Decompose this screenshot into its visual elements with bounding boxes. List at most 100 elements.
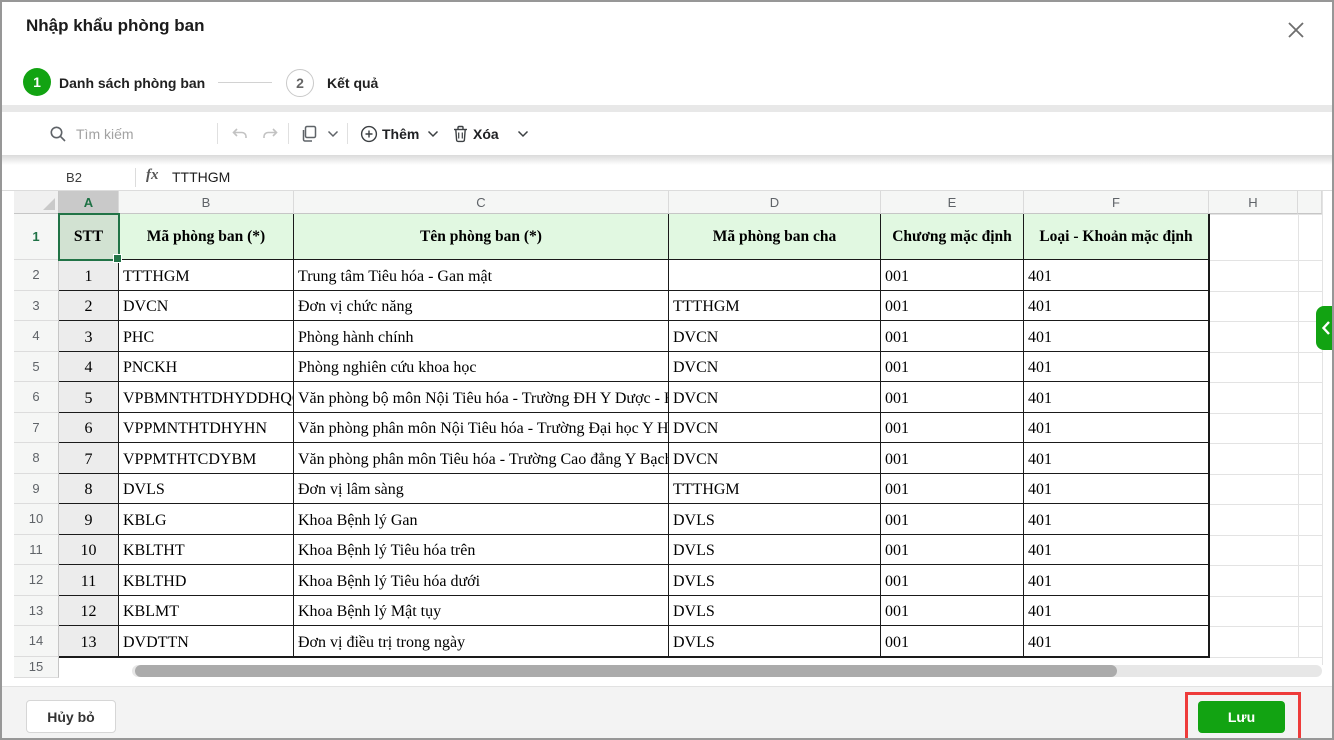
cancel-button[interactable]: Hủy bỏ [26, 700, 116, 733]
cell-A11[interactable]: 10 [59, 535, 119, 566]
column-header-E[interactable]: E [881, 191, 1024, 214]
cell-D8[interactable]: DVCN [669, 443, 881, 474]
cell-C11[interactable]: Khoa Bệnh lý Tiêu hóa trên [294, 535, 669, 566]
cell-C14[interactable]: Đơn vị điều trị trong ngày [294, 626, 669, 657]
cell-F10[interactable]: 401 [1024, 504, 1209, 535]
cell-D2[interactable] [669, 260, 881, 291]
column-header-D[interactable]: D [669, 191, 881, 214]
cell-F14[interactable]: 401 [1024, 626, 1209, 657]
cell-F6[interactable]: 401 [1024, 382, 1209, 413]
cell-B12[interactable]: KBLTHD [119, 565, 294, 596]
cell-A12[interactable]: 11 [59, 565, 119, 596]
cell-D10[interactable]: DVLS [669, 504, 881, 535]
cell-C9[interactable]: Đơn vị lâm sàng [294, 474, 669, 505]
cell-F3[interactable]: 401 [1024, 291, 1209, 322]
cell-E10[interactable]: 001 [881, 504, 1024, 535]
row-header-9[interactable]: 9 [14, 474, 59, 505]
cell-F12[interactable]: 401 [1024, 565, 1209, 596]
cell-B11[interactable]: KBLTHT [119, 535, 294, 566]
select-all-corner[interactable] [14, 191, 59, 214]
row-header-1[interactable]: 1 [14, 214, 59, 260]
cell-A10[interactable]: 9 [59, 504, 119, 535]
cell-C7[interactable]: Văn phòng phân môn Nội Tiêu hóa - Trường… [294, 413, 669, 444]
cell-C2[interactable]: Trung tâm Tiêu hóa - Gan mật [294, 260, 669, 291]
cell-A1[interactable]: STT [59, 214, 119, 260]
cell-C10[interactable]: Khoa Bệnh lý Gan [294, 504, 669, 535]
cell-A3[interactable]: 2 [59, 291, 119, 322]
cell-B7[interactable]: VPPMNTHTDHYHN [119, 413, 294, 444]
cell-C12[interactable]: Khoa Bệnh lý Tiêu hóa dưới [294, 565, 669, 596]
vertical-scrollbar-track[interactable] [1322, 191, 1323, 665]
horizontal-scrollbar[interactable] [132, 665, 1322, 677]
cell-F13[interactable]: 401 [1024, 596, 1209, 627]
row-header-11[interactable]: 11 [14, 535, 59, 566]
cell-F5[interactable]: 401 [1024, 352, 1209, 383]
cell-D3[interactable]: TTTHGM [669, 291, 881, 322]
row-header-14[interactable]: 14 [14, 626, 59, 657]
cell-D7[interactable]: DVCN [669, 413, 881, 444]
cell-A14[interactable]: 13 [59, 626, 119, 657]
cell-F7[interactable]: 401 [1024, 413, 1209, 444]
cell-B3[interactable]: DVCN [119, 291, 294, 322]
cell-B13[interactable]: KBLMT [119, 596, 294, 627]
row-header-15[interactable]: 15 [14, 657, 59, 679]
row-header-6[interactable]: 6 [14, 382, 59, 413]
cell-F2[interactable]: 401 [1024, 260, 1209, 291]
row-header-10[interactable]: 10 [14, 504, 59, 535]
cell-E12[interactable]: 001 [881, 565, 1024, 596]
cell-A2[interactable]: 1 [59, 260, 119, 291]
row-header-7[interactable]: 7 [14, 413, 59, 444]
cell-D5[interactable]: DVCN [669, 352, 881, 383]
cell-F8[interactable]: 401 [1024, 443, 1209, 474]
cell-D11[interactable]: DVLS [669, 535, 881, 566]
cell-C4[interactable]: Phòng hành chính [294, 321, 669, 352]
cell-F4[interactable]: 401 [1024, 321, 1209, 352]
cell-D14[interactable]: DVLS [669, 626, 881, 657]
row-header-2[interactable]: 2 [14, 260, 59, 291]
cell-E2[interactable]: 001 [881, 260, 1024, 291]
cell-B9[interactable]: DVLS [119, 474, 294, 505]
cell-E4[interactable]: 001 [881, 321, 1024, 352]
collapse-panel-handle[interactable] [1316, 306, 1334, 350]
column-header-B[interactable]: B [119, 191, 294, 214]
cell-B6[interactable]: VPBMNTHTDHYDDHQG [119, 382, 294, 413]
cell-E14[interactable]: 001 [881, 626, 1024, 657]
cell-B5[interactable]: PNCKH [119, 352, 294, 383]
cell-D12[interactable]: DVLS [669, 565, 881, 596]
cell-C13[interactable]: Khoa Bệnh lý Mật tụy [294, 596, 669, 627]
cell-A8[interactable]: 7 [59, 443, 119, 474]
cell-D4[interactable]: DVCN [669, 321, 881, 352]
row-header-4[interactable]: 4 [14, 321, 59, 352]
cell-F11[interactable]: 401 [1024, 535, 1209, 566]
cell-D13[interactable]: DVLS [669, 596, 881, 627]
save-button[interactable]: Lưu [1198, 701, 1285, 733]
column-header-H[interactable]: H [1209, 191, 1298, 214]
cell-F9[interactable]: 401 [1024, 474, 1209, 505]
horizontal-scrollbar-thumb[interactable] [135, 665, 1117, 677]
cell-A4[interactable]: 3 [59, 321, 119, 352]
cell-A9[interactable]: 8 [59, 474, 119, 505]
cell-F1[interactable]: Loại - Khoản mặc định [1024, 214, 1209, 260]
cell-B4[interactable]: PHC [119, 321, 294, 352]
cell-D1[interactable]: Mã phòng ban cha [669, 214, 881, 260]
cell-E11[interactable]: 001 [881, 535, 1024, 566]
cell-C3[interactable]: Đơn vị chức năng [294, 291, 669, 322]
cell-E6[interactable]: 001 [881, 382, 1024, 413]
cell-C5[interactable]: Phòng nghiên cứu khoa học [294, 352, 669, 383]
cell-E1[interactable]: Chương mặc định [881, 214, 1024, 260]
row-header-5[interactable]: 5 [14, 352, 59, 383]
column-header-blank[interactable] [1298, 191, 1322, 214]
cell-B2[interactable]: TTTHGM [119, 260, 294, 291]
cell-E13[interactable]: 001 [881, 596, 1024, 627]
cell-A5[interactable]: 4 [59, 352, 119, 383]
cell-E3[interactable]: 001 [881, 291, 1024, 322]
cell-A7[interactable]: 6 [59, 413, 119, 444]
cell-E5[interactable]: 001 [881, 352, 1024, 383]
cell-B10[interactable]: KBLG [119, 504, 294, 535]
cell-A6[interactable]: 5 [59, 382, 119, 413]
row-header-3[interactable]: 3 [14, 291, 59, 322]
cell-E9[interactable]: 001 [881, 474, 1024, 505]
cell-B8[interactable]: VPPMTHTCDYBM [119, 443, 294, 474]
cell-A13[interactable]: 12 [59, 596, 119, 627]
column-header-C[interactable]: C [294, 191, 669, 214]
